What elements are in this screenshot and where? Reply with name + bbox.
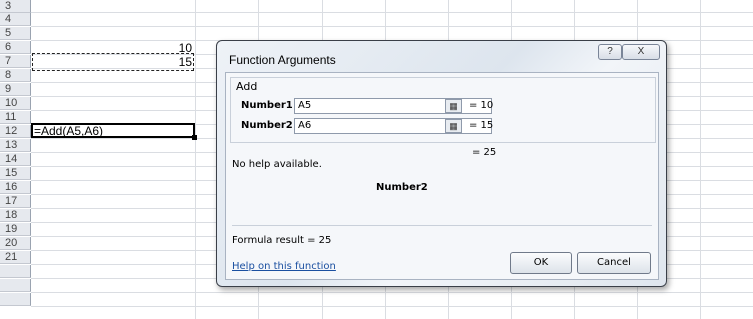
row-header[interactable]: 15 [0, 167, 31, 180]
row-header[interactable]: 11 [0, 111, 31, 124]
fill-handle[interactable] [192, 135, 197, 140]
range-select-icon: ▦ [449, 121, 458, 131]
row-header[interactable]: 3 [0, 0, 31, 13]
row-header[interactable]: 8 [0, 69, 31, 82]
number1-value: = 10 [469, 100, 494, 111]
grid-line [700, 0, 701, 319]
range-select-icon: ▦ [449, 101, 458, 111]
number2-label: Number2 [241, 120, 293, 131]
grid-line [195, 0, 196, 319]
row-header[interactable]: 18 [0, 209, 31, 222]
number1-input[interactable]: A5 [294, 98, 492, 114]
number2-input[interactable]: A6 [294, 118, 492, 134]
close-icon: X [637, 46, 645, 57]
divider [232, 225, 652, 226]
row-header[interactable] [0, 279, 31, 292]
row-header[interactable]: 5 [0, 27, 31, 40]
grid-line [31, 292, 753, 293]
number2-collapse-button[interactable]: ▦ [445, 119, 462, 133]
dialog-body: Add Number1 A5 ▦ = 10 Number2 A6 ▦ = 15 … [225, 72, 659, 280]
row-header[interactable]: 14 [0, 153, 31, 166]
function-name: Add [236, 80, 258, 93]
row-header[interactable]: 13 [0, 139, 31, 152]
number2-value: = 15 [469, 120, 494, 131]
row-header[interactable]: 21 [0, 251, 31, 264]
row-header[interactable]: 17 [0, 195, 31, 208]
copy-marquee [32, 53, 194, 71]
dialog-title: Function Arguments [229, 53, 336, 67]
cancel-button[interactable]: Cancel [577, 252, 651, 274]
grid-line [31, 26, 753, 27]
row-header[interactable]: 20 [0, 237, 31, 250]
number1-label: Number1 [241, 100, 293, 111]
function-total: = 25 [472, 147, 497, 158]
ok-button[interactable]: OK [510, 252, 572, 274]
help-link[interactable]: Help on this function [232, 261, 336, 272]
function-group: Add Number1 A5 ▦ = 10 Number2 A6 ▦ = 15 [230, 77, 656, 143]
row-header[interactable] [0, 293, 31, 306]
row-header[interactable]: 4 [0, 13, 31, 26]
row-header[interactable]: 16 [0, 181, 31, 194]
close-button[interactable]: X [622, 44, 660, 60]
help-button[interactable]: ? [598, 44, 622, 60]
row-header[interactable]: 7 [0, 55, 31, 68]
row-header[interactable] [0, 265, 31, 278]
argument-description: Number2 [376, 182, 428, 193]
formula-result: Formula result = 25 [232, 235, 332, 246]
row-header[interactable]: 9 [0, 83, 31, 96]
row-header[interactable]: 19 [0, 223, 31, 236]
grid-line [31, 306, 753, 307]
help-icon: ? [607, 46, 613, 57]
row-header[interactable]: 12 [0, 125, 31, 138]
function-arguments-dialog: Function Arguments ? X Add Number1 A5 ▦ … [216, 40, 667, 287]
number1-collapse-button[interactable]: ▦ [445, 99, 462, 113]
row-header[interactable]: 10 [0, 97, 31, 110]
grid-line [31, 12, 753, 13]
help-text: No help available. [232, 159, 322, 170]
row-header[interactable]: 6 [0, 41, 31, 54]
cell-a10-formula[interactable]: =Add(A5,A6) [34, 125, 103, 138]
